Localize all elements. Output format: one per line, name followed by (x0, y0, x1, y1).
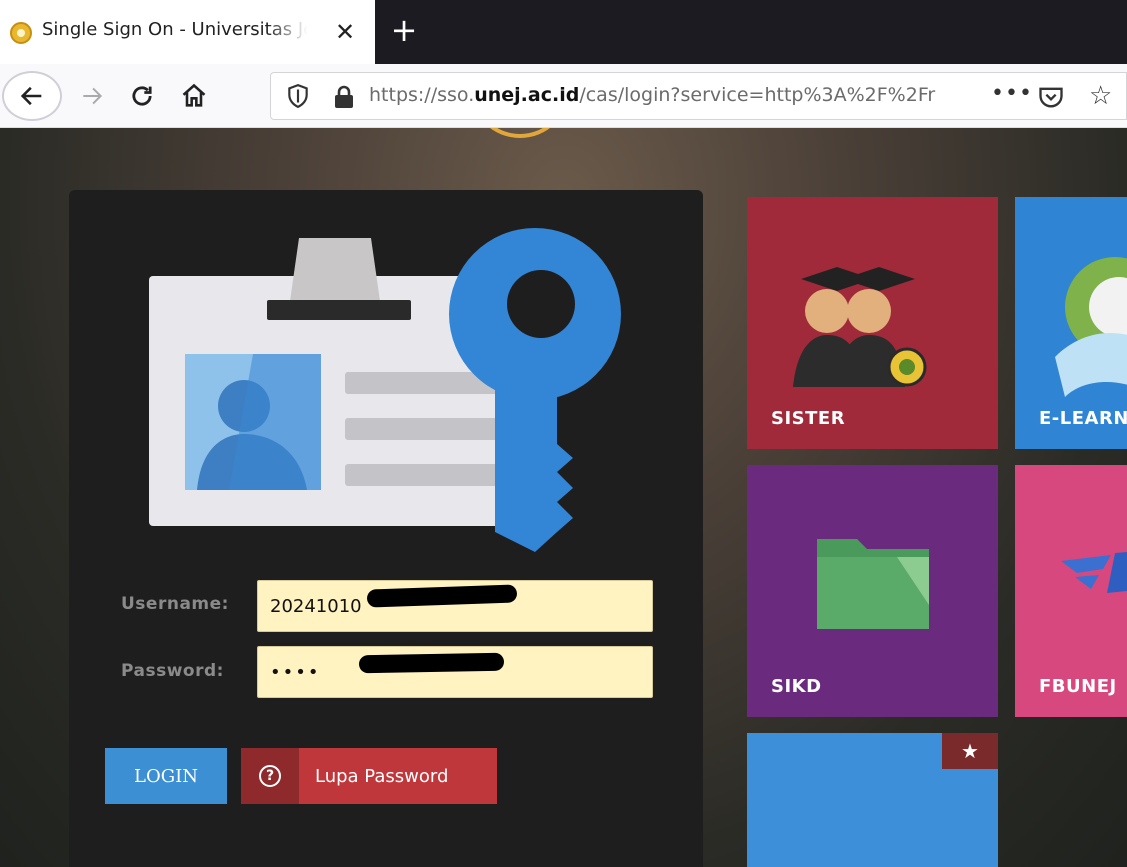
arrow-left-icon (20, 86, 42, 106)
tab-bar: Single Sign On - Universitas Jember ✕ + (0, 0, 1127, 64)
tab-strip (375, 0, 1127, 64)
favorite-star-icon[interactable]: ★ (942, 733, 998, 769)
reload-icon (132, 86, 152, 106)
id-card-key-icon (149, 228, 621, 552)
tile-fbunej[interactable]: FBUNEJ (1015, 465, 1127, 717)
arrow-right-icon (83, 87, 103, 105)
pocket-icon[interactable] (1037, 83, 1065, 111)
close-tab-icon[interactable]: ✕ (330, 14, 360, 50)
tab-title: Single Sign On - Universitas Jember (42, 19, 307, 40)
question-icon-box: ? (241, 748, 299, 804)
redaction-mark (358, 652, 505, 674)
forgot-password-label: Lupa Password (315, 765, 449, 787)
forgot-password-button[interactable]: ? Lupa Password (241, 748, 497, 804)
tile-favorite[interactable]: ★ (747, 733, 998, 867)
back-button[interactable] (2, 71, 62, 121)
address-bar[interactable]: https://sso.unej.ac.id/cas/login?service… (270, 72, 1127, 120)
tile-sikd[interactable]: SIKD (747, 465, 998, 717)
tile-sister[interactable]: SISTER (747, 197, 998, 449)
new-tab-button[interactable]: + (386, 10, 422, 50)
login-panel: Username: Password: LOGIN ? Lupa Passwor… (69, 190, 703, 867)
university-favicon-icon (10, 22, 32, 44)
tile-sikd-label: SIKD (771, 676, 822, 697)
username-label: Username: (121, 594, 229, 614)
tile-elearning-label: E-LEARN (1039, 408, 1127, 429)
home-button[interactable] (172, 74, 216, 118)
bookmark-star-icon[interactable]: ☆ (1089, 81, 1112, 111)
home-icon (182, 83, 206, 107)
login-button[interactable]: LOGIN (105, 748, 227, 804)
navigation-bar: https://sso.unej.ac.id/cas/login?service… (0, 64, 1127, 128)
question-circle-icon: ? (259, 765, 281, 787)
lock-icon[interactable] (333, 85, 355, 109)
logo-arc (470, 128, 570, 138)
forward-button[interactable] (70, 74, 114, 118)
tile-elearning[interactable]: E-LEARN (1015, 197, 1127, 449)
active-tab[interactable]: Single Sign On - Universitas Jember ✕ (0, 0, 372, 64)
password-label: Password: (121, 661, 224, 681)
reload-button[interactable] (120, 74, 164, 118)
shield-icon[interactable] (285, 83, 311, 109)
sso-page: Username: Password: LOGIN ? Lupa Passwor… (0, 128, 1127, 867)
page-actions-menu-icon[interactable]: ••• (991, 81, 1033, 106)
tile-sister-label: SISTER (771, 408, 846, 429)
url-text[interactable]: https://sso.unej.ac.id/cas/login?service… (369, 84, 979, 106)
tile-fbunej-label: FBUNEJ (1039, 676, 1117, 697)
